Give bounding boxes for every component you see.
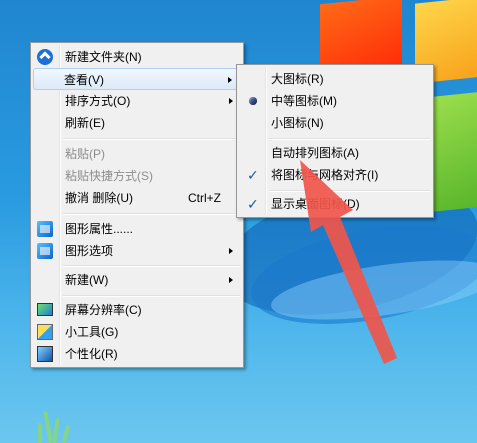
new-folder-icon <box>37 49 53 65</box>
menu-item-view[interactable]: 查看(V) <box>33 68 241 90</box>
checkmark-icon: ✓ <box>247 167 259 183</box>
submenu-arrow-icon <box>229 98 233 104</box>
menu-item-label: 撤消 删除(U) <box>65 191 133 205</box>
view-submenu: 大图标(R) 中等图标(M) 小图标(N) 自动排列图标(A) ✓ 将图标与网格… <box>236 64 434 218</box>
menu-separator <box>63 213 240 215</box>
menu-item-label: 自动排列图标(A) <box>271 146 359 160</box>
menu-item-label: 排序方式(O) <box>65 94 131 108</box>
menu-item-label: 图形选项 <box>65 244 114 258</box>
menu-item-sort-by[interactable]: 排序方式(O) <box>33 90 241 112</box>
menu-separator <box>63 265 240 267</box>
menu-separator <box>269 190 430 192</box>
screen-resolution-icon <box>37 303 53 316</box>
submenu-item-auto-arrange[interactable]: 自动排列图标(A) <box>239 142 431 164</box>
menu-item-label: 屏幕分辨率(C) <box>65 303 142 317</box>
menu-item-label: 查看(V) <box>64 73 104 87</box>
menu-item-new-folder[interactable]: 新建文件夹(N) <box>33 46 241 68</box>
menu-item-label: 小工具(G) <box>65 325 119 339</box>
menu-item-new[interactable]: 新建(W) <box>33 269 241 291</box>
menu-item-label: 新建文件夹(N) <box>65 50 142 64</box>
menu-separator <box>63 295 240 297</box>
submenu-item-align-to-grid[interactable]: ✓ 将图标与网格对齐(I) <box>239 164 431 186</box>
submenu-item-small-icons[interactable]: 小图标(N) <box>239 112 431 134</box>
menu-item-undo-delete[interactable]: 撤消 删除(U) Ctrl+Z <box>33 187 241 209</box>
menu-item-label: 个性化(R) <box>65 347 118 361</box>
menu-item-refresh[interactable]: 刷新(E) <box>33 112 241 134</box>
grass-decoration <box>30 398 90 443</box>
menu-item-label: 图形属性...... <box>65 222 134 236</box>
submenu-arrow-icon <box>229 277 233 283</box>
menu-item-label: 刷新(E) <box>65 116 105 130</box>
menu-item-shortcut: Ctrl+Z <box>188 191 221 205</box>
menu-item-label: 小图标(N) <box>271 116 324 130</box>
checkmark-icon: ✓ <box>247 196 259 212</box>
menu-separator <box>269 138 430 140</box>
submenu-arrow-icon <box>229 248 233 254</box>
menu-item-paste-shortcut[interactable]: 粘贴快捷方式(S) <box>33 165 241 187</box>
submenu-item-medium-icons[interactable]: 中等图标(M) <box>239 90 431 112</box>
menu-item-label: 粘贴快捷方式(S) <box>65 169 153 183</box>
menu-item-paste[interactable]: 粘贴(P) <box>33 143 241 165</box>
menu-item-graphics-options[interactable]: 图形选项 <box>33 240 241 262</box>
menu-item-label: 中等图标(M) <box>271 94 337 108</box>
menu-item-label: 大图标(R) <box>271 72 324 86</box>
menu-item-label: 显示桌面图标(D) <box>271 197 360 211</box>
submenu-item-show-desktop-icons[interactable]: ✓ 显示桌面图标(D) <box>239 193 431 215</box>
menu-item-label: 粘贴(P) <box>65 147 105 161</box>
radio-bullet-icon <box>249 97 257 105</box>
menu-item-personalize[interactable]: 个性化(R) <box>33 343 241 365</box>
graphics-properties-icon <box>37 221 53 237</box>
menu-item-graphics-properties[interactable]: 图形属性...... <box>33 218 241 240</box>
menu-item-label: 将图标与网格对齐(I) <box>271 168 379 182</box>
graphics-options-icon <box>37 243 53 259</box>
menu-item-screen-resolution[interactable]: 屏幕分辨率(C) <box>33 299 241 321</box>
menu-item-gadgets[interactable]: 小工具(G) <box>33 321 241 343</box>
menu-separator <box>63 138 240 140</box>
menu-item-label: 新建(W) <box>65 273 109 287</box>
desktop-context-menu: 新建文件夹(N) 查看(V) 排序方式(O) 刷新(E) 粘贴(P) 粘贴快捷方… <box>30 42 244 368</box>
submenu-arrow-icon <box>228 77 232 83</box>
personalize-icon <box>37 346 53 362</box>
gadgets-icon <box>37 324 53 340</box>
submenu-item-large-icons[interactable]: 大图标(R) <box>239 68 431 90</box>
